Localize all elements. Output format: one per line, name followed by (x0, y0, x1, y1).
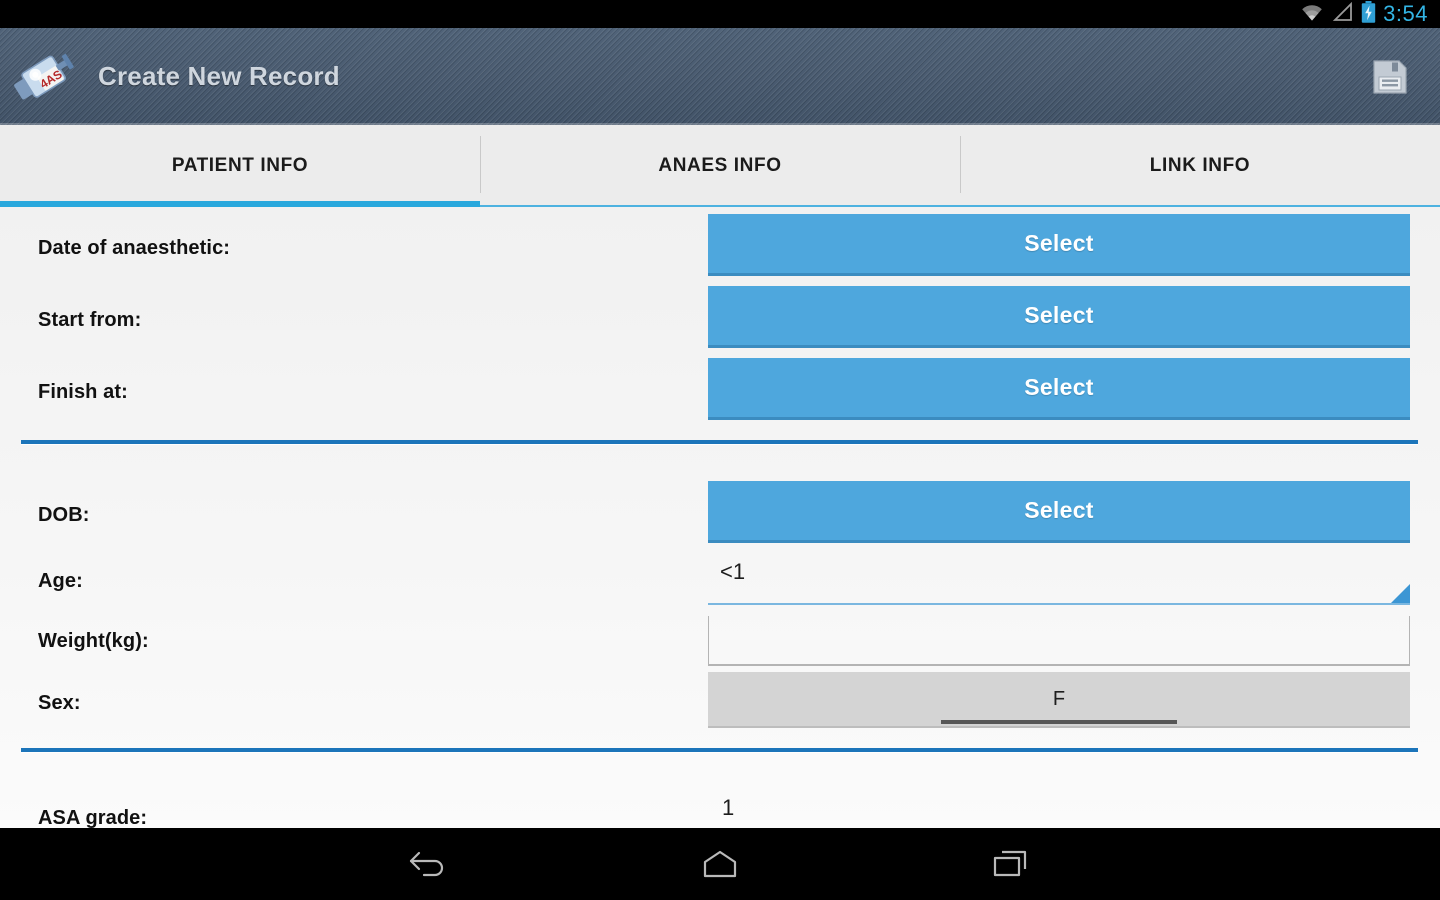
section-divider (21, 440, 1418, 444)
row-asa-grade: ASA grade: 1 (0, 786, 1440, 828)
tab-label: ANAES INFO (658, 155, 782, 176)
asa-grade-value: 1 (722, 795, 735, 820)
dob-select-button[interactable]: Select (708, 481, 1410, 543)
status-bar: 3:54 (0, 0, 1440, 28)
age-spinner[interactable]: <1 (708, 555, 1410, 605)
sex-value: F (1052, 687, 1066, 710)
cell-signal-icon (1332, 1, 1354, 27)
nav-recents-button[interactable] (970, 839, 1050, 889)
chevron-down-icon (1391, 584, 1410, 603)
label-sex: Sex: (38, 692, 81, 714)
tab-anaes-info[interactable]: ANAES INFO (480, 125, 960, 207)
tab-link-info[interactable]: LINK INFO (960, 125, 1440, 207)
tab-label: PATIENT INFO (171, 155, 309, 176)
row-finish-at: Finish at: Select (0, 355, 1440, 423)
recent-apps-icon (993, 850, 1027, 877)
label-finish-at: Finish at: (38, 381, 128, 403)
battery-charging-icon (1361, 0, 1376, 28)
start-from-select-button[interactable]: Select (708, 286, 1410, 348)
row-age: Age: <1 (0, 550, 1440, 610)
date-of-anaesthetic-select-button[interactable]: Select (708, 214, 1410, 276)
page-title: Create New Record (98, 61, 340, 91)
app-logo-syringe-icon: 4AS (8, 40, 82, 114)
nav-home-button[interactable] (680, 839, 760, 889)
label-asa-grade: ASA grade: (38, 807, 148, 828)
section-divider (21, 748, 1418, 752)
label-weight: Weight(kg): (38, 630, 149, 652)
back-arrow-icon (409, 851, 444, 877)
row-weight: Weight(kg): (0, 610, 1440, 670)
save-button[interactable] (1367, 54, 1413, 100)
label-date-of-anaesthetic: Date of anaesthetic: (38, 237, 231, 259)
sex-selected-indicator (941, 720, 1177, 724)
finish-at-select-button[interactable]: Select (708, 358, 1410, 420)
form-scroll-area[interactable]: Date of anaesthetic: Select Start from: … (0, 207, 1440, 828)
tab-patient-info[interactable]: PATIENT INFO (0, 125, 480, 207)
label-age: Age: (38, 570, 83, 592)
action-bar: 4AS Create New Record (0, 28, 1440, 125)
label-dob: DOB: (38, 504, 90, 526)
wifi-icon (1299, 2, 1325, 27)
nav-back-button[interactable] (390, 839, 470, 889)
tab-bar: PATIENT INFO ANAES INFO LINK INFO (0, 125, 1440, 207)
sex-toggle[interactable]: F (708, 672, 1410, 728)
age-value: <1 (720, 559, 746, 584)
row-start-from: Start from: Select (0, 283, 1440, 351)
tab-label: LINK INFO (1149, 155, 1251, 176)
row-dob: DOB: Select (0, 478, 1440, 546)
status-bar-clock: 3:54 (1383, 0, 1428, 26)
row-date-of-anaesthetic: Date of anaesthetic: Select (0, 211, 1440, 279)
weight-value (709, 616, 1409, 620)
home-icon (703, 850, 737, 878)
android-navigation-bar (0, 828, 1440, 900)
weight-input[interactable] (708, 616, 1410, 666)
save-floppy-icon (1373, 59, 1407, 94)
row-sex: Sex: F (0, 670, 1440, 736)
label-start-from: Start from: (38, 309, 142, 331)
asa-grade-spinner[interactable]: 1 (708, 791, 1410, 828)
